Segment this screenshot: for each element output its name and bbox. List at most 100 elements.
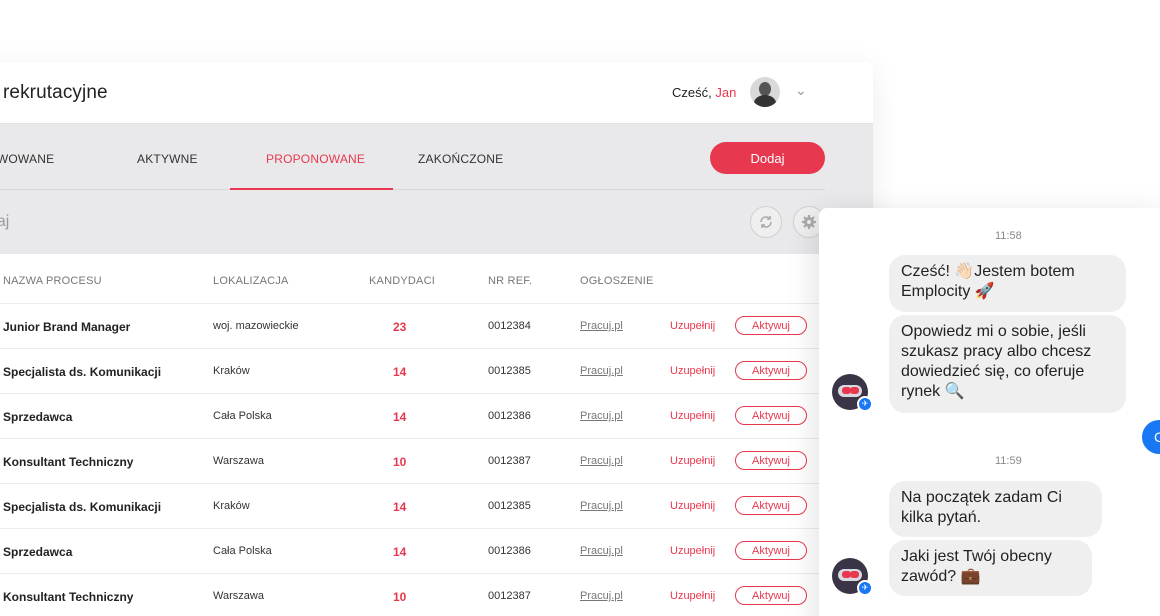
tab-finished[interactable]: ZAKOŃCZONE bbox=[418, 152, 503, 166]
bot-message: Jaki jest Twój obecny zawód? 💼 bbox=[889, 540, 1092, 596]
process-name[interactable]: Konsultant Techniczny bbox=[3, 590, 133, 604]
message-line: rynek 🔍 bbox=[901, 383, 965, 400]
candidate-count[interactable]: 14 bbox=[393, 500, 406, 514]
process-name[interactable]: Sprzedawca bbox=[3, 545, 72, 559]
reference-number: 0012385 bbox=[488, 365, 531, 377]
messenger-icon: ✈ bbox=[857, 580, 873, 596]
complete-link[interactable]: Uzupełnij bbox=[670, 500, 715, 512]
complete-link[interactable]: Uzupełnij bbox=[670, 545, 715, 557]
reference-number: 0012384 bbox=[488, 320, 531, 332]
user-greeting: Cześć, Jan bbox=[672, 85, 736, 100]
search-input[interactable] bbox=[0, 210, 580, 234]
tab-active[interactable]: AKTYWNE bbox=[137, 152, 198, 166]
activate-button[interactable]: Aktywuj bbox=[735, 361, 807, 380]
user-name: Jan bbox=[715, 85, 737, 100]
message-line: Cześć! 👋🏻Jestem botem bbox=[901, 263, 1075, 280]
message-line: Na początek zadam Ci bbox=[901, 489, 1062, 506]
table-row[interactable]: Konsultant Techniczny Warszawa 10 001238… bbox=[0, 574, 825, 616]
process-name[interactable]: Specjalista ds. Komunikacji bbox=[3, 500, 161, 514]
messenger-icon: ✈ bbox=[857, 396, 873, 412]
recruitment-app: y rekrutacyjne Cześć, Jan ⌄ ERWOWANE AKT… bbox=[0, 62, 873, 616]
candidate-count[interactable]: 10 bbox=[393, 455, 406, 469]
location: woj. mazowieckie bbox=[213, 320, 299, 332]
candidate-count[interactable]: 14 bbox=[393, 545, 406, 559]
complete-link[interactable]: Uzupełnij bbox=[670, 320, 715, 332]
bot-message: Opowiedz mi o sobie, jeśli szukasz pracy… bbox=[889, 315, 1126, 413]
table-row[interactable]: Sprzedawca Cała Polska 14 0012386 Pracuj… bbox=[0, 394, 825, 439]
process-name[interactable]: Sprzedawca bbox=[3, 410, 72, 424]
complete-link[interactable]: Uzupełnij bbox=[670, 365, 715, 377]
message-line: szukasz pracy albo chcesz bbox=[901, 343, 1092, 360]
activate-button[interactable]: Aktywuj bbox=[735, 316, 807, 335]
page-title: y rekrutacyjne bbox=[0, 82, 108, 103]
process-name[interactable]: Konsultant Techniczny bbox=[3, 455, 133, 469]
message-line: Jaki jest Twój obecny bbox=[901, 548, 1052, 565]
avatar[interactable] bbox=[750, 77, 780, 107]
process-name[interactable]: Junior Brand Manager bbox=[3, 320, 130, 334]
reference-number: 0012385 bbox=[488, 500, 531, 512]
ad-link[interactable]: Pracuj.pl bbox=[580, 500, 623, 512]
process-name[interactable]: Specjalista ds. Komunikacji bbox=[3, 365, 161, 379]
ad-link[interactable]: Pracuj.pl bbox=[580, 410, 623, 422]
message-time: 11:59 bbox=[995, 455, 1022, 467]
table-row[interactable]: Junior Brand Manager woj. mazowieckie 23… bbox=[0, 304, 825, 349]
message-line: zawód? 💼 bbox=[901, 568, 981, 585]
complete-link[interactable]: Uzupełnij bbox=[670, 455, 715, 467]
candidate-count[interactable]: 23 bbox=[393, 320, 406, 334]
tab-proposed[interactable]: PROPONOWANE bbox=[266, 152, 365, 166]
chevron-down-icon[interactable]: ⌄ bbox=[795, 82, 807, 99]
column-header: LOKALIZACJA bbox=[213, 275, 289, 287]
complete-link[interactable]: Uzupełnij bbox=[670, 590, 715, 602]
search-bar bbox=[0, 190, 825, 254]
candidate-count[interactable]: 10 bbox=[393, 590, 406, 604]
column-header: NR REF. bbox=[488, 275, 533, 287]
location: Warszawa bbox=[213, 455, 264, 467]
reference-number: 0012386 bbox=[488, 410, 531, 422]
ad-link[interactable]: Pracuj.pl bbox=[580, 590, 623, 602]
candidate-count[interactable]: 14 bbox=[393, 410, 406, 424]
location: Warszawa bbox=[213, 590, 264, 602]
column-header: NAZWA PROCESU bbox=[3, 275, 102, 287]
location: Kraków bbox=[213, 500, 250, 512]
tab-reserved[interactable]: ERWOWANE bbox=[0, 152, 54, 166]
activate-button[interactable]: Aktywuj bbox=[735, 496, 807, 515]
message-line: Emplocity 🚀 bbox=[901, 283, 995, 300]
candidate-count[interactable]: 14 bbox=[393, 365, 406, 379]
activate-button[interactable]: Aktywuj bbox=[735, 406, 807, 425]
bot-message: Cześć! 👋🏻Jestem botem Emplocity 🚀 bbox=[889, 255, 1126, 312]
ad-link[interactable]: Pracuj.pl bbox=[580, 320, 623, 332]
chatbot-panel: 11:58 Cześć! 👋🏻Jestem botem Emplocity 🚀 … bbox=[819, 208, 1160, 616]
location: Cała Polska bbox=[213, 410, 272, 422]
message-line: dowiedzieć się, co oferuje bbox=[901, 363, 1085, 380]
table-row[interactable]: Konsultant Techniczny Warszawa 10 001238… bbox=[0, 439, 825, 484]
message-time: 11:58 bbox=[995, 230, 1022, 242]
process-table: NAZWA PROCESU LOKALIZACJA KANDYDACI NR R… bbox=[0, 254, 825, 616]
activate-button[interactable]: Aktywuj bbox=[735, 586, 807, 605]
ad-link[interactable]: Pracuj.pl bbox=[580, 365, 623, 377]
column-header: KANDYDACI bbox=[369, 275, 435, 287]
bot-message: Na początek zadam Ci kilka pytań. bbox=[889, 481, 1102, 537]
table-row[interactable]: Specjalista ds. Komunikacji Kraków 14 00… bbox=[0, 484, 825, 529]
message-line: kilka pytań. bbox=[901, 509, 982, 526]
ad-link[interactable]: Pracuj.pl bbox=[580, 455, 623, 467]
table-row[interactable]: Specjalista ds. Komunikacji Kraków 14 00… bbox=[0, 349, 825, 394]
reference-number: 0012387 bbox=[488, 455, 531, 467]
message-line: Opowiedz mi o sobie, jeśli bbox=[901, 323, 1086, 340]
add-button[interactable]: Dodaj bbox=[710, 142, 825, 174]
refresh-icon[interactable] bbox=[750, 206, 782, 238]
activate-button[interactable]: Aktywuj bbox=[735, 541, 807, 560]
top-bar: y rekrutacyjne Cześć, Jan ⌄ bbox=[0, 62, 873, 124]
ad-link[interactable]: Pracuj.pl bbox=[580, 545, 623, 557]
reference-number: 0012387 bbox=[488, 590, 531, 602]
location: Kraków bbox=[213, 365, 250, 377]
table-header: NAZWA PROCESU LOKALIZACJA KANDYDACI NR R… bbox=[0, 254, 825, 304]
stage: y rekrutacyjne Cześć, Jan ⌄ ERWOWANE AKT… bbox=[0, 0, 1160, 616]
tab-bar: ERWOWANE AKTYWNE PROPONOWANE ZAKOŃCZONE bbox=[0, 124, 825, 190]
activate-button[interactable]: Aktywuj bbox=[735, 451, 807, 470]
column-header: OGŁOSZENIE bbox=[580, 275, 654, 287]
complete-link[interactable]: Uzupełnij bbox=[670, 410, 715, 422]
location: Cała Polska bbox=[213, 545, 272, 557]
greeting-text: Cześć, bbox=[672, 85, 712, 100]
table-row[interactable]: Sprzedawca Cała Polska 14 0012386 Pracuj… bbox=[0, 529, 825, 574]
reference-number: 0012386 bbox=[488, 545, 531, 557]
